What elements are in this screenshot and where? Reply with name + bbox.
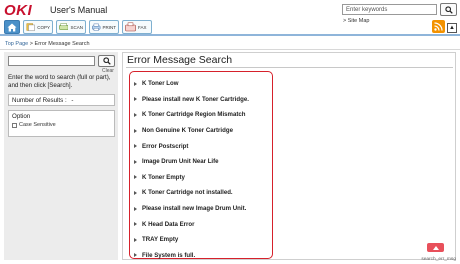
nav-bar: COPY SCAN PRINT FAX: [4, 20, 152, 34]
list-item[interactable]: K Toner Cartridge Region Mismatch: [130, 107, 272, 123]
arrow-right-icon: [134, 97, 137, 102]
fax-label: FAX: [138, 24, 147, 30]
main-panel: Error Message Search K Toner Low Please …: [122, 52, 456, 260]
copy-icon: [26, 23, 35, 32]
list-item[interactable]: K Toner Low: [130, 76, 272, 92]
arrow-right-icon: [134, 237, 137, 242]
home-icon: [7, 23, 17, 31]
breadcrumb: Top Page > Error Message Search: [5, 41, 90, 47]
error-message-link[interactable]: Image Drum Unit Near Life: [142, 158, 219, 165]
search-icon: [102, 57, 111, 65]
breadcrumb-current: Error Message Search: [34, 41, 90, 47]
triangle-up-icon: [432, 245, 439, 250]
arrow-right-icon: [134, 128, 137, 133]
fax-icon: [125, 22, 136, 32]
fax-button[interactable]: FAX: [122, 20, 152, 34]
error-message-link[interactable]: Error Postscript: [142, 143, 188, 150]
results-count: Number of Results : -: [8, 94, 115, 106]
case-sensitive-option[interactable]: Case Sensitive: [12, 122, 111, 128]
list-item[interactable]: Please install new K Toner Cartridge.: [130, 92, 272, 108]
sidebar: Clear Enter the word to search (full or …: [4, 52, 118, 260]
error-message-link[interactable]: K Toner Cartridge Region Mismatch: [142, 111, 246, 118]
scan-button[interactable]: SCAN: [56, 20, 86, 34]
search-instruction: Enter the word to search (full or part),…: [8, 74, 111, 89]
results-label: Number of Results :: [12, 97, 67, 104]
list-item[interactable]: TRAY Empty: [130, 232, 272, 248]
rss-icon: [434, 22, 443, 31]
list-item[interactable]: K Toner Cartridge not installed.: [130, 185, 272, 201]
arrow-right-icon: [134, 175, 137, 180]
list-item[interactable]: K Toner Empty: [130, 170, 272, 186]
breadcrumb-divider: [0, 49, 460, 50]
arrow-right-icon: [134, 81, 137, 86]
search-icon: [444, 5, 453, 14]
arrow-right-icon: [134, 253, 137, 258]
scan-label: SCAN: [70, 24, 83, 30]
header-search-button[interactable]: [440, 3, 457, 16]
print-icon: [92, 23, 101, 31]
header-search-input[interactable]: Enter keywords: [342, 4, 437, 15]
triangle-up-icon: ▲: [449, 25, 455, 31]
error-message-link[interactable]: K Head Data Error: [142, 221, 195, 228]
error-message-link[interactable]: TRAY Empty: [142, 236, 178, 243]
arrow-right-icon: [134, 112, 137, 117]
arrow-right-icon: [134, 190, 137, 195]
breadcrumb-top-page[interactable]: Top Page: [5, 41, 28, 47]
rss-button[interactable]: [432, 20, 445, 33]
list-item[interactable]: Error Postscript: [130, 138, 272, 154]
title-divider: [126, 67, 453, 68]
oki-logo[interactable]: OKI: [4, 2, 32, 19]
site-map-link[interactable]: > Site Map: [343, 18, 369, 24]
scan-icon: [59, 23, 69, 30]
error-message-list: K Toner Low Please install new K Toner C…: [129, 71, 273, 259]
option-title: Option: [12, 113, 31, 120]
error-message-link[interactable]: Non Genuine K Toner Cartridge: [142, 127, 233, 134]
header: OKI User's Manual COPY SCAN PRINT FAX En…: [0, 0, 460, 36]
page-id: search_err_msg: [421, 257, 456, 262]
copy-label: COPY: [37, 24, 50, 30]
list-item[interactable]: File System is full.: [130, 248, 272, 264]
page-top-button[interactable]: ▲: [447, 23, 457, 33]
error-message-link[interactable]: File System is full.: [142, 252, 195, 259]
error-message-link[interactable]: Please install new K Toner Cartridge.: [142, 96, 249, 103]
arrow-right-icon: [134, 222, 137, 227]
error-message-link[interactable]: K Toner Empty: [142, 174, 185, 181]
copy-button[interactable]: COPY: [23, 20, 53, 34]
print-button[interactable]: PRINT: [89, 20, 119, 34]
list-item[interactable]: Please install new Image Drum Unit.: [130, 201, 272, 217]
results-value: -: [71, 97, 74, 104]
list-item[interactable]: Image Drum Unit Near Life: [130, 154, 272, 170]
home-button[interactable]: [4, 20, 20, 34]
page-title: Error Message Search: [127, 54, 233, 66]
app-title: User's Manual: [50, 5, 108, 15]
option-panel: Option Case Sensitive: [8, 110, 115, 137]
arrow-right-icon: [134, 144, 137, 149]
arrow-right-icon: [134, 159, 137, 164]
error-message-link[interactable]: Please install new Image Drum Unit.: [142, 205, 246, 212]
breadcrumb-separator: >: [29, 41, 33, 47]
back-to-top-button[interactable]: [427, 243, 444, 252]
print-label: PRINT: [102, 24, 117, 30]
list-item[interactable]: K Head Data Error: [130, 216, 272, 232]
case-sensitive-label: Case Sensitive: [19, 122, 56, 128]
arrow-right-icon: [134, 206, 137, 211]
error-search-input[interactable]: [8, 56, 95, 66]
error-message-link[interactable]: K Toner Cartridge not installed.: [142, 189, 233, 196]
list-item[interactable]: Non Genuine K Toner Cartridge: [130, 123, 272, 139]
error-message-link[interactable]: K Toner Low: [142, 80, 178, 87]
error-search-button[interactable]: [98, 55, 115, 67]
case-sensitive-checkbox[interactable]: [12, 122, 17, 128]
